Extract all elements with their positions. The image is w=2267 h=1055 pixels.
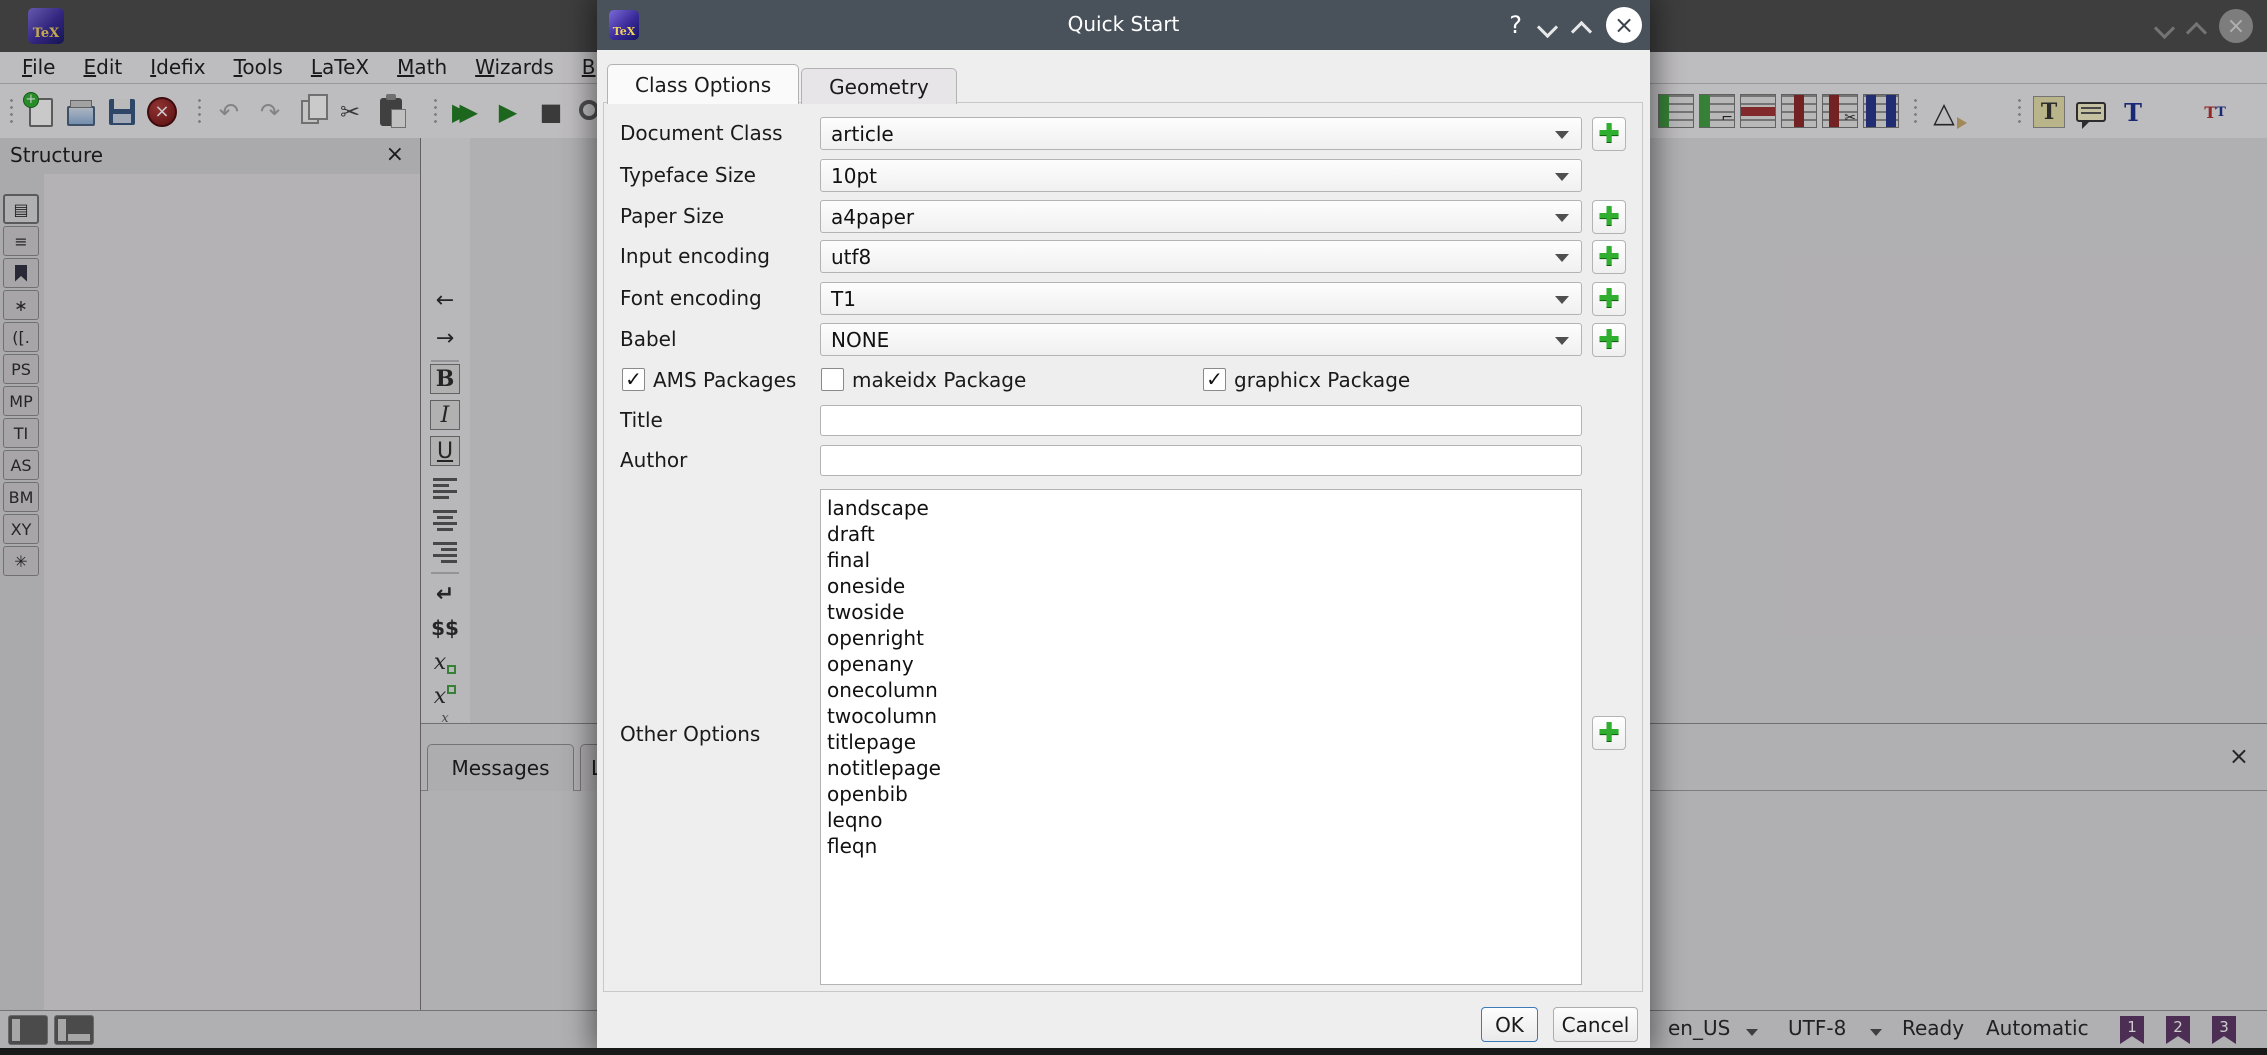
field-row: Font encoding T1 ✚ (597, 282, 1650, 315)
field-row: Babel NONE ✚ (597, 323, 1650, 356)
add-input-encoding-button[interactable]: ✚ (1592, 240, 1626, 274)
chevron-down-icon (1555, 214, 1569, 222)
field-label: Font encoding (620, 282, 762, 315)
chevron-down-icon (1555, 296, 1569, 304)
list-option[interactable]: openbib (827, 781, 1581, 807)
window-bottom-edge (0, 1048, 2267, 1055)
cancel-button[interactable]: Cancel (1553, 1007, 1638, 1042)
list-option[interactable]: oneside (827, 573, 1581, 599)
list-option[interactable]: twocolumn (827, 703, 1581, 729)
font-encoding-combo[interactable]: T1 (820, 282, 1582, 315)
graphicx-package-checkbox[interactable]: ✓ (1203, 368, 1226, 391)
dialog-shade-icon[interactable] (1538, 16, 1556, 34)
list-option[interactable]: openright (827, 625, 1581, 651)
packages-row: ✓ AMS Packages makeidx Package ✓ graphic… (597, 368, 1650, 401)
dialog-help-button[interactable]: ? (1509, 11, 1522, 39)
field-row: Author (597, 444, 1650, 477)
checkbox-label: makeidx Package (852, 368, 1026, 392)
tab-class-options[interactable]: Class Options (607, 64, 799, 104)
quick-start-dialog: TeX Quick Start ? × Class Options Geomet… (597, 0, 1650, 1048)
add-paper-size-button[interactable]: ✚ (1592, 200, 1626, 234)
list-option[interactable]: onecolumn (827, 677, 1581, 703)
field-row: Input encoding utf8 ✚ (597, 240, 1650, 273)
add-font-encoding-button[interactable]: ✚ (1592, 282, 1626, 316)
list-option[interactable]: notitlepage (827, 755, 1581, 781)
other-options-label: Other Options (620, 720, 760, 748)
dialog-unshade-icon[interactable] (1572, 16, 1590, 34)
field-label: Author (620, 444, 687, 477)
makeidx-package-checkbox[interactable] (821, 368, 844, 391)
list-option[interactable]: landscape (827, 495, 1581, 521)
typeface-size-combo[interactable]: 10pt (820, 159, 1582, 192)
list-option[interactable]: fleqn (827, 833, 1581, 859)
babel-combo[interactable]: NONE (820, 323, 1582, 356)
add-babel-button[interactable]: ✚ (1592, 323, 1626, 357)
texmaker-window: TeX × File Edit Idefix Tools LaTeX Math … (0, 0, 2267, 1055)
ok-button[interactable]: OK (1481, 1007, 1538, 1042)
chevron-down-icon (1555, 337, 1569, 345)
field-label: Babel (620, 323, 677, 356)
field-label: Paper Size (620, 200, 724, 233)
field-label: Document Class (620, 117, 783, 150)
list-option[interactable]: draft (827, 521, 1581, 547)
list-option[interactable]: openany (827, 651, 1581, 677)
field-row: Typeface Size 10pt (597, 159, 1650, 192)
add-document-class-button[interactable]: ✚ (1592, 117, 1626, 151)
list-option[interactable]: leqno (827, 807, 1581, 833)
tab-geometry[interactable]: Geometry (801, 68, 957, 104)
chevron-down-icon (1555, 254, 1569, 262)
field-label: Title (620, 404, 663, 437)
author-input[interactable] (820, 445, 1582, 476)
title-input[interactable] (820, 405, 1582, 436)
paper-size-combo[interactable]: a4paper (820, 200, 1582, 233)
field-label: Typeface Size (620, 159, 756, 192)
input-encoding-combo[interactable]: utf8 (820, 240, 1582, 273)
field-label: Input encoding (620, 240, 770, 273)
other-options-list[interactable]: landscape draft final oneside twoside op… (820, 489, 1582, 985)
chevron-down-icon (1555, 131, 1569, 139)
field-row: Document Class article ✚ (597, 117, 1650, 150)
list-option[interactable]: final (827, 547, 1581, 573)
list-option[interactable]: twoside (827, 599, 1581, 625)
dialog-tabs: Class Options Geometry (607, 13, 957, 103)
checkbox-label: graphicx Package (1234, 368, 1410, 392)
dialog-close-button[interactable]: × (1606, 7, 1642, 43)
ams-packages-checkbox[interactable]: ✓ (622, 368, 645, 391)
field-row: Paper Size a4paper ✚ (597, 200, 1650, 233)
list-option[interactable]: titlepage (827, 729, 1581, 755)
document-class-combo[interactable]: article (820, 117, 1582, 150)
checkbox-label: AMS Packages (653, 368, 796, 392)
add-other-option-button[interactable]: ✚ (1592, 716, 1626, 750)
field-row: Title (597, 404, 1650, 437)
chevron-down-icon (1555, 173, 1569, 181)
